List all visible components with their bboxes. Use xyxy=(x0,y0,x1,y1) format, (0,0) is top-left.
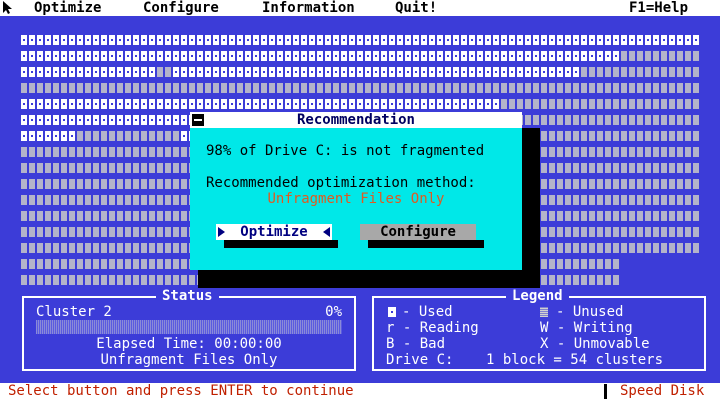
arrow-right-icon xyxy=(218,227,225,237)
legend-block-size: 1 block = 54 clusters xyxy=(486,352,664,368)
percent-text: 0% xyxy=(325,304,342,320)
configure-button-label: Configure xyxy=(380,224,456,240)
status-title: Status xyxy=(156,288,219,304)
menu-configure[interactable]: Configure xyxy=(143,0,219,16)
mouse-pointer-icon xyxy=(3,1,12,14)
used-block-icon xyxy=(388,307,396,317)
legend-title: Legend xyxy=(506,288,569,304)
help-hint[interactable]: F1=Help xyxy=(629,0,688,16)
progress-bar xyxy=(36,320,342,334)
status-separator xyxy=(604,384,607,399)
close-icon[interactable] xyxy=(192,114,204,126)
legend-panel: Legend - Used - Unused r - Reading W - W… xyxy=(372,288,706,371)
fragmentation-text: 98% of Drive C: is not fragmented xyxy=(206,143,485,159)
recommended-label: Recommended optimization method: xyxy=(206,175,476,191)
configure-button-shadow xyxy=(368,240,484,248)
legend-drive: Drive C: xyxy=(386,352,454,368)
status-method: Unfragment Files Only xyxy=(100,352,278,368)
menu-information[interactable]: Information xyxy=(262,0,355,16)
unused-block-icon xyxy=(540,307,548,317)
menu-bar: Optimize Configure Information Quit! F1=… xyxy=(0,0,720,16)
legend-unmovable: X - Unmovable xyxy=(540,336,650,352)
status-panel: Status Cluster 2 0% Elapsed Time: 00:00:… xyxy=(22,288,356,371)
legend-reading: r - Reading xyxy=(386,320,479,336)
status-hint: Select button and press ENTER to continu… xyxy=(8,383,354,399)
legend-bad: B - Bad xyxy=(386,336,446,352)
dialog-title: Recommendation xyxy=(190,112,522,128)
legend-writing: W - Writing xyxy=(540,320,633,336)
recommended-method: Unfragment Files Only xyxy=(267,191,445,207)
configure-button[interactable]: Configure xyxy=(360,224,476,240)
status-bar: Select button and press ENTER to continu… xyxy=(0,383,720,400)
optimize-button-label: Optimize xyxy=(240,224,308,240)
app-name: Speed Disk xyxy=(620,383,705,399)
optimize-button-shadow xyxy=(224,240,338,248)
legend-unused: - Unused xyxy=(556,304,624,320)
arrow-left-icon xyxy=(323,227,330,237)
optimize-button[interactable]: Optimize xyxy=(216,224,332,240)
menu-optimize[interactable]: Optimize xyxy=(34,0,101,16)
cluster-text: Cluster 2 xyxy=(36,304,112,320)
legend-used: - Used xyxy=(402,304,453,320)
menu-quit[interactable]: Quit! xyxy=(395,0,437,16)
elapsed-time: Elapsed Time: 00:00:00 xyxy=(96,336,282,352)
recommendation-dialog: Recommendation 98% of Drive C: is not fr… xyxy=(190,112,522,270)
